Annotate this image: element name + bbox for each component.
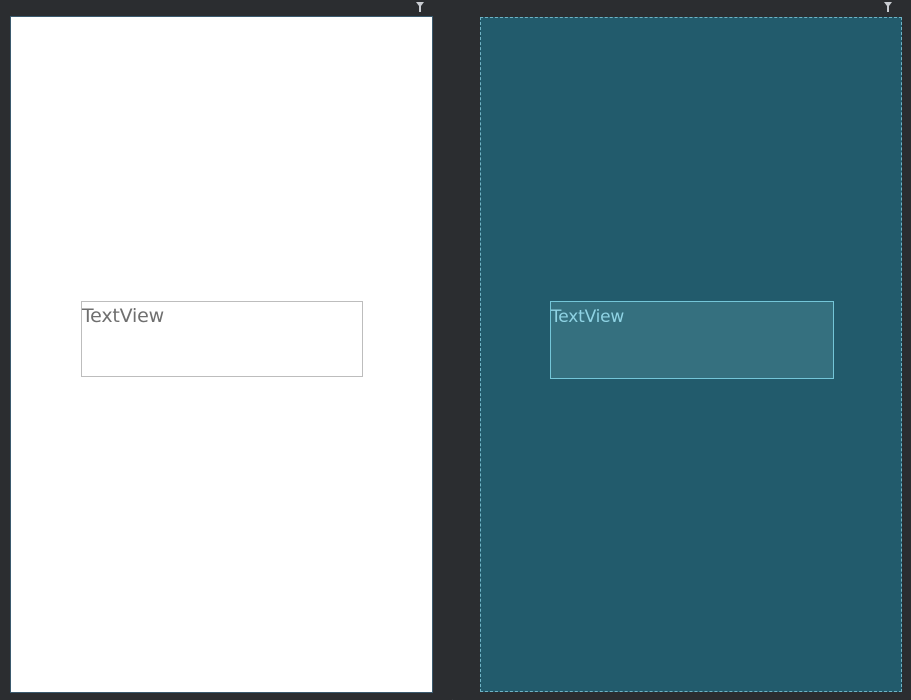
design-textview[interactable]: TextView bbox=[81, 301, 363, 377]
pin-icon[interactable] bbox=[414, 0, 426, 12]
pin-icon[interactable] bbox=[882, 0, 894, 12]
blueprint-surface[interactable]: TextView bbox=[480, 17, 902, 692]
layout-editor-canvas: TextView TextView bbox=[0, 0, 911, 700]
resize-handle-icon[interactable] bbox=[446, 692, 454, 700]
design-surface[interactable]: TextView bbox=[11, 17, 432, 692]
blueprint-textview[interactable]: TextView bbox=[550, 301, 834, 379]
blueprint-textview-label: TextView bbox=[551, 307, 625, 327]
design-textview-label: TextView bbox=[82, 305, 164, 327]
